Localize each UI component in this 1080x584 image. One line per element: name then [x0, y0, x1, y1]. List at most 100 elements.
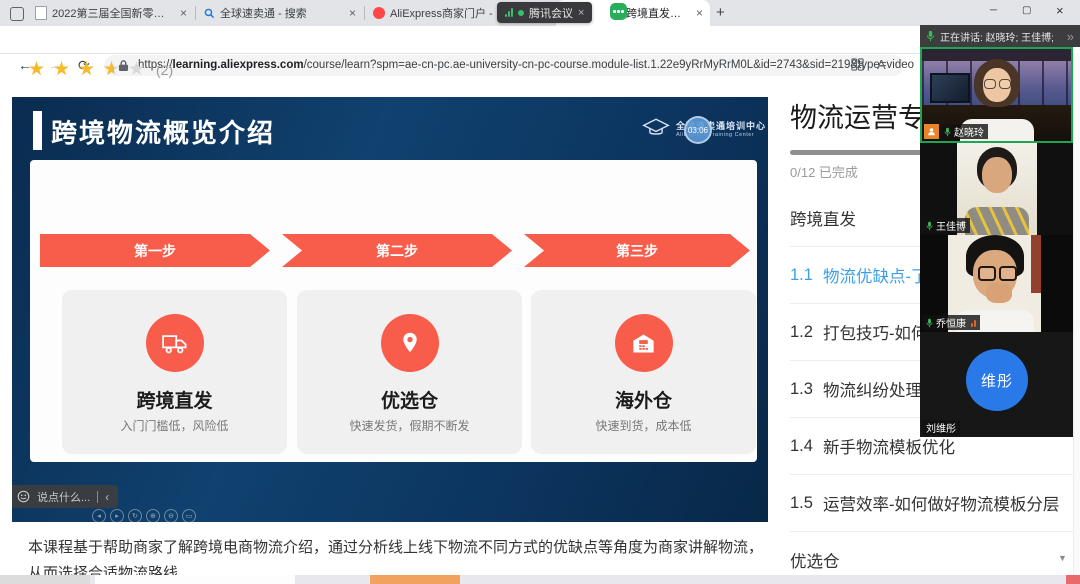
card-subtitle: 入门门槛低，风险低 — [62, 417, 287, 434]
browser-tab-strip: 2022第三届全国新零售技能大赛 × 全球速卖通 - 搜索 × AliExpre… — [0, 0, 1080, 26]
speaking-status-text: 正在讲话: 赵晓玲; 王佳博; — [940, 29, 1062, 44]
card-title: 跨境直发 — [62, 386, 287, 413]
participant-name: 乔恒康 — [936, 315, 966, 330]
read-aloud-icon[interactable]: A — [877, 57, 886, 72]
document-icon — [35, 6, 47, 20]
taskbar-segment — [0, 575, 90, 584]
rating-count: (2) — [156, 62, 173, 78]
participant-tile-speaking[interactable]: 赵晓玲 — [920, 47, 1073, 143]
player-control-icon[interactable]: ◂ — [92, 509, 106, 522]
tencent-meeting-pill[interactable]: 腾讯会议 × — [497, 2, 592, 23]
avatar: 维彤 — [966, 349, 1028, 411]
close-icon[interactable]: × — [578, 7, 584, 19]
lesson-number: 1.1 — [790, 266, 813, 285]
slide-content-panel: 第一步 第二步 第三步 跨境直发 入门门槛低，风险低 优选仓 快速发货，假期不断… — [30, 160, 757, 462]
browser-address-bar: ← → ⟳ https://learning.aliexpress.com/co… — [0, 26, 1080, 54]
tab-separator — [364, 6, 365, 20]
url-text[interactable]: https://learning.aliexpress.com/course/l… — [138, 59, 914, 71]
timer-badge: 03:06 — [684, 116, 712, 144]
lesson-number: 1.4 — [790, 437, 813, 456]
meeting-panel: 赵晓玲 王佳博 — [920, 47, 1073, 437]
emoji-icon — [17, 490, 30, 503]
danmaku-input[interactable]: 说点什么... ‹ — [12, 485, 118, 508]
divider — [97, 491, 98, 503]
card-subtitle: 快速到货，成本低 — [531, 417, 756, 434]
chevrons-icon: » — [1067, 29, 1074, 44]
mic-icon — [926, 221, 933, 231]
star-icon: ★★ — [28, 59, 49, 80]
section-label: 跨境直发 — [790, 206, 856, 230]
virtual-background-screen — [930, 73, 970, 103]
collapse-left-icon[interactable]: ‹ — [105, 490, 109, 504]
close-icon[interactable]: × — [349, 6, 356, 20]
participant-tile[interactable]: 乔恒康 — [920, 235, 1073, 332]
signal-bars-icon — [505, 8, 513, 17]
participant-name: 赵晓玲 — [954, 124, 984, 139]
participant-tile[interactable]: 王佳博 — [920, 143, 1073, 235]
player-control-icon[interactable]: ↻ — [128, 509, 142, 522]
tab-separator — [195, 6, 196, 20]
maximize-button[interactable]: ▢ — [1022, 5, 1031, 16]
lesson-number: 1.5 — [790, 494, 813, 513]
progress-text: 0/12 已完成 — [790, 162, 858, 181]
screen: 2022第三届全国新零售技能大赛 × 全球速卖通 - 搜索 × AliExpre… — [0, 0, 1080, 584]
mic-icon — [944, 127, 951, 137]
lesson-label: 物流优缺点-了 — [823, 263, 928, 287]
windows-taskbar-edge[interactable] — [0, 575, 1080, 584]
tab-title: 跨境直发之物流优缺点-了解 — [626, 5, 691, 21]
sidebar-item-1-5[interactable]: 1.5 运营效率-如何做好物流模板分层 — [790, 475, 1080, 532]
mic-icon — [926, 30, 935, 42]
video-player[interactable]: 跨境物流概览介绍 全球速卖通培训中心 AliExpress Training C… — [12, 97, 768, 522]
warehouse-icon — [615, 314, 673, 372]
star-icon: ★★ — [53, 59, 74, 80]
tab-actions-menu-icon[interactable] — [10, 7, 24, 21]
background-door — [1031, 235, 1041, 293]
recording-dot-icon — [518, 10, 524, 16]
player-control-icon[interactable]: ⊖ — [164, 509, 178, 522]
card-subtitle: 快速发货，假期不断发 — [297, 417, 522, 434]
course-rating: ★★ ★★ ★★ ★★ ★★ (2) — [28, 59, 173, 80]
tab-1[interactable]: 2022第三届全国新零售技能大赛 × — [28, 0, 194, 26]
aliexpress-icon — [373, 7, 385, 19]
mic-icon — [926, 318, 933, 328]
player-control-icon[interactable]: ▸ — [110, 509, 124, 522]
minimize-button[interactable]: ─ — [990, 5, 997, 16]
slide-title-bar-decoration — [33, 111, 42, 150]
lesson-label: 物流纠纷处理 — [823, 377, 922, 401]
taskbar-segment — [370, 575, 460, 584]
star-empty-icon: ★★ — [128, 59, 149, 80]
location-pin-icon — [381, 314, 439, 372]
logistics-card-overseas-warehouse: 海外仓 快速到货，成本低 — [531, 290, 756, 454]
scroll-down-icon[interactable]: ▼ — [1058, 553, 1067, 563]
player-control-icon[interactable]: ⊕ — [146, 509, 160, 522]
page-scrollbar[interactable] — [1073, 53, 1080, 575]
card-title: 优选仓 — [297, 386, 522, 413]
window-close-button[interactable]: × — [1056, 3, 1064, 18]
module-list-title: 物流运营专 — [790, 96, 925, 135]
lesson-label: 运营效率-如何做好物流模板分层 — [823, 491, 1060, 515]
taskbar-segment — [1066, 575, 1080, 584]
participant-name-label: 赵晓玲 — [940, 124, 988, 139]
participant-tile-no-video[interactable]: 维彤 刘维彤 — [920, 332, 1073, 437]
participant-name-label: 刘维彤 — [922, 420, 960, 435]
description-line1: 本课程基于帮助商家了解跨境电商物流介绍，通过分析线上线下物流不同方式的优缺点等角… — [28, 535, 788, 561]
player-control-icon[interactable]: ▭ — [182, 509, 196, 522]
star-icon: ★★ — [78, 59, 99, 80]
slide-title: 跨境物流概览介绍 — [51, 113, 275, 150]
tab-3[interactable]: AliExpress商家门户 - 面向全球 — [366, 0, 516, 26]
lesson-label: 打包技巧-如何 — [823, 320, 928, 344]
lesson-number: 1.2 — [790, 323, 813, 342]
logistics-card-direct: 跨境直发 入门门槛低，风险低 — [62, 290, 287, 454]
split-screen-icon[interactable] — [851, 58, 864, 71]
tab-title: AliExpress商家门户 - 面向全球 — [390, 5, 509, 21]
meeting-chat-bubble-icon[interactable] — [610, 3, 627, 20]
new-tab-button[interactable]: + — [716, 4, 725, 21]
close-icon[interactable]: × — [696, 6, 703, 20]
network-signal-icon — [971, 319, 976, 327]
participant-name-label: 乔恒康 — [922, 315, 980, 330]
close-icon[interactable]: × — [180, 6, 187, 20]
tab-2[interactable]: 全球速卖通 - 搜索 × — [197, 0, 363, 26]
mouse-cursor-icon — [531, 521, 540, 522]
host-badge-icon — [924, 124, 939, 139]
card-title: 海外仓 — [531, 386, 756, 413]
